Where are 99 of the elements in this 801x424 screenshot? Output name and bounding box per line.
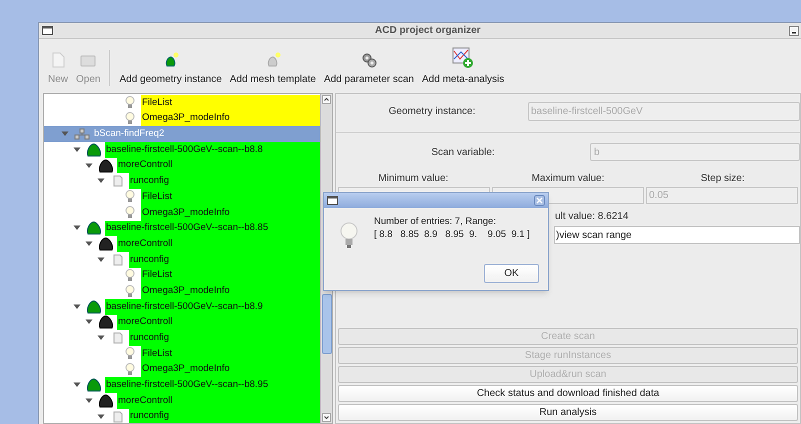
document-icon [113, 175, 123, 188]
item-highlight: runconfig [129, 330, 320, 346]
field-label: Step size: [700, 172, 746, 186]
bulb-icon [125, 190, 135, 204]
expanded-arrow-icon[interactable] [97, 335, 105, 342]
tree-item[interactable]: runconfig [44, 408, 320, 423]
tree-item[interactable]: moreControll [44, 314, 320, 330]
tree-item[interactable]: Omega3P_modeInfo [44, 362, 320, 378]
tree-item[interactable]: Omega3P_modeInfo [44, 204, 320, 220]
scroll-up-icon[interactable] [322, 95, 331, 104]
item-highlight: moreControll [117, 236, 320, 252]
minimize-icon[interactable] [789, 26, 799, 36]
action-button[interactable]: Run analysis [338, 404, 798, 421]
bulb-icon [125, 363, 135, 376]
tree-item[interactable]: moreControll [44, 158, 320, 174]
dialog-message: Number of entries: 7, Range: [374, 215, 497, 228]
toolbar-button[interactable]: Add meta-analysis [419, 47, 508, 87]
tree-item[interactable]: baseline-firstcell-500GeV--scan--b8.95 [44, 377, 320, 394]
field-label: Maximum value: [530, 172, 606, 186]
expanded-arrow-icon[interactable] [73, 146, 81, 153]
item-highlight: baseline-firstcell-500GeV--scan--b8.85 [105, 220, 320, 236]
preview-button[interactable]: )view scan range [554, 226, 800, 244]
close-icon[interactable] [534, 195, 545, 206]
tree-item[interactable]: runconfig [44, 252, 320, 268]
expanded-arrow-icon[interactable] [73, 225, 81, 232]
item-highlight: FileList [141, 268, 320, 284]
expanded-arrow-icon[interactable] [97, 256, 105, 263]
field-label: Minimum value: [377, 172, 450, 186]
tree-item[interactable]: baseline-firstcell-500GeV--scan--b8.8 [44, 142, 320, 158]
field-label: Geometry instance: [388, 104, 476, 118]
expanded-arrow-icon[interactable] [73, 304, 81, 310]
blob-icon [86, 221, 102, 236]
ok-button[interactable]: OK [484, 264, 539, 283]
window-menu-icon[interactable] [42, 26, 53, 35]
item-highlight: FileList [141, 95, 320, 111]
expanded-arrow-icon[interactable] [85, 398, 93, 404]
item-highlight: baseline-firstcell-500GeV--scan--b8.9 [105, 298, 320, 315]
item-highlight: Omega3P_modeInfo [141, 110, 320, 126]
item-highlight: runconfig [129, 408, 320, 423]
chart-add-icon [452, 47, 474, 69]
toolbar-button[interactable]: Add parameter scan [320, 47, 417, 87]
item-highlight: runconfig [129, 252, 320, 268]
expanded-arrow-icon[interactable] [73, 382, 81, 388]
item-highlight: FileList [141, 189, 320, 205]
lightbulb-icon [340, 222, 358, 250]
scroll-down-icon[interactable] [322, 413, 331, 422]
blob-icon [86, 378, 102, 392]
tree-item[interactable]: FileList [44, 189, 320, 205]
expanded-arrow-icon[interactable] [97, 178, 105, 184]
network-icon [74, 128, 90, 140]
item-highlight: runconfig [129, 173, 320, 190]
item-highlight: moreControll [117, 393, 320, 409]
tree-item[interactable]: baseline-firstcell-500GeV--scan--b8.9 [44, 298, 320, 315]
bulb-icon [125, 206, 135, 220]
bulb-icon [125, 112, 135, 126]
blob-icon [86, 142, 102, 157]
tree-item[interactable]: Omega3P_modeInfo [44, 110, 320, 126]
expanded-arrow-icon[interactable] [85, 162, 93, 169]
window-menu-icon[interactable] [327, 196, 338, 205]
window-title: ACD project organizer [375, 24, 481, 38]
tree-item[interactable]: moreControll [44, 393, 320, 409]
toolbar-button[interactable]: Add mesh template [226, 47, 319, 87]
tree-item[interactable]: FileList [44, 95, 320, 111]
gears-icon [360, 51, 378, 69]
item-highlight: Omega3P_modeInfo [141, 204, 320, 220]
dialog-message: [ 8.8 8.85 8.9 8.95 9. 9.05 9.1 ] [374, 228, 530, 241]
item-highlight: Omega3P_modeInfo [141, 283, 320, 299]
tree-item[interactable]: FileList [44, 268, 320, 284]
tree-item[interactable]: FileList [44, 346, 320, 362]
dark-blob-icon [98, 315, 114, 330]
scrollbar-thumb[interactable] [322, 294, 332, 354]
item-highlight: Omega3P_modeInfo [141, 362, 320, 378]
expanded-arrow-icon[interactable] [97, 414, 105, 420]
item-highlight: moreControll [117, 314, 320, 330]
tree-item[interactable]: baseline-firstcell-500GeV--scan--b8.85 [44, 220, 320, 236]
bulb-icon [125, 96, 135, 110]
blob-icon [86, 300, 102, 314]
tree-item[interactable]: moreControll [44, 236, 320, 252]
tree-item[interactable]: Omega3P_modeInfo [44, 283, 320, 299]
toolbar-button[interactable]: Add geometry instance [116, 47, 225, 87]
tree-item[interactable]: runconfig [44, 173, 320, 190]
item-highlight: FileList [141, 346, 320, 362]
item-highlight: moreControll [117, 158, 320, 174]
expanded-arrow-icon[interactable] [85, 241, 93, 248]
dark-blob-icon [98, 394, 114, 408]
tree-item[interactable]: runconfig [44, 330, 320, 346]
item-highlight: baseline-firstcell-500GeV--scan--b8.95 [105, 377, 320, 394]
item-highlight: baseline-firstcell-500GeV--scan--b8.8 [105, 142, 320, 158]
default-value-label: ult value: 8.6214 [555, 210, 630, 223]
dark-blob-icon [98, 158, 114, 173]
action-button[interactable]: Check status and download finished data [338, 385, 798, 402]
dark-blob-icon [98, 237, 114, 252]
expanded-arrow-icon[interactable] [85, 319, 93, 326]
bulb-icon [125, 347, 135, 360]
field-label: Scan variable: [430, 146, 496, 160]
document-icon [113, 332, 123, 344]
bulb-icon [125, 268, 135, 282]
document-icon [113, 254, 123, 266]
bulb-icon [125, 284, 135, 298]
